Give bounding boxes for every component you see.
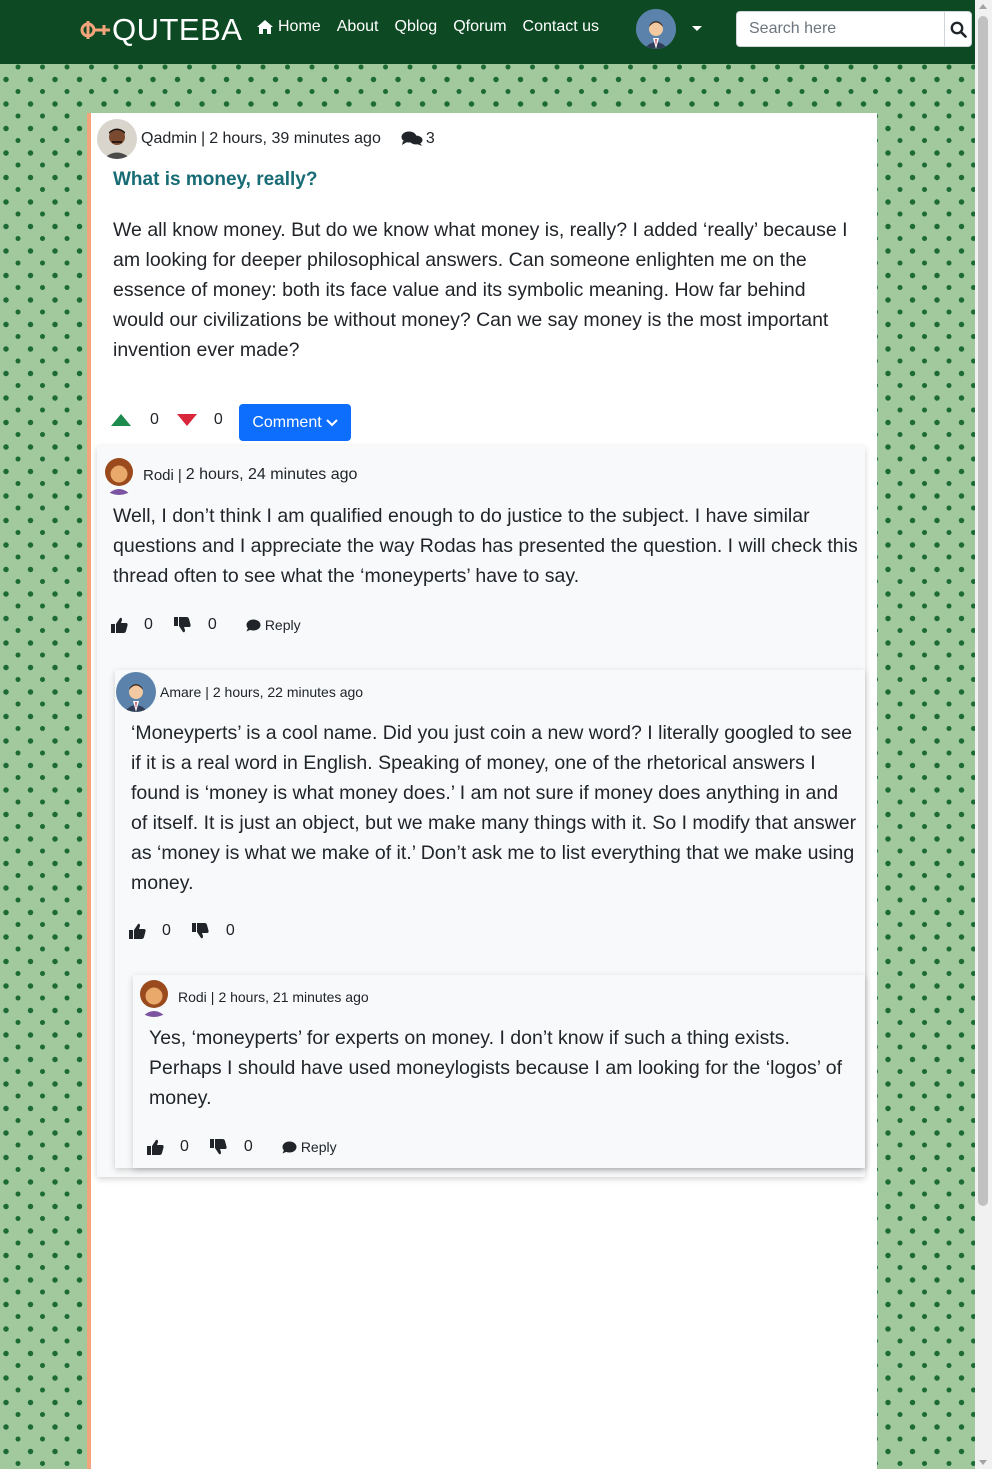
search-button[interactable] <box>944 11 972 47</box>
comment-card: Rodi | 2 hours, 21 minutes ago Yes, ‘mon… <box>133 975 865 1168</box>
author-avatar[interactable] <box>97 119 137 159</box>
male-avatar-icon <box>116 672 156 712</box>
thumbs-up-icon[interactable] <box>129 923 146 939</box>
search-form <box>736 11 972 47</box>
meta-separator: | <box>177 466 182 484</box>
thumbs-up-icon[interactable] <box>147 1139 164 1155</box>
chevron-down-icon <box>325 418 338 426</box>
dislike-count: 0 <box>243 1138 253 1155</box>
meta-separator: | <box>210 989 215 1005</box>
question-author[interactable]: Qadmin <box>141 130 197 148</box>
dislike-count: 0 <box>225 922 235 939</box>
comment-author-avatar[interactable] <box>134 977 174 1017</box>
nav-about[interactable]: About <box>337 18 379 36</box>
downvote-count: 0 <box>213 411 223 428</box>
top-navbar: QUTEBA Home About Qblog Qforum Contact u… <box>0 0 975 64</box>
nav-contact[interactable]: Contact us <box>523 18 599 36</box>
comment-author[interactable]: Rodi <box>143 467 174 484</box>
comments-icon <box>401 131 423 146</box>
question-card: Qadmin | 2 hours, 39 minutes ago 3 What … <box>87 113 877 1469</box>
question-time: 2 hours, 39 minutes ago <box>209 130 381 147</box>
comment-author-avatar[interactable] <box>116 672 156 712</box>
search-input[interactable] <box>736 11 944 47</box>
comment-votes: 0 0 Reply <box>111 616 301 634</box>
comment-author-avatar[interactable] <box>99 455 139 495</box>
like-count: 0 <box>144 616 153 633</box>
question-title[interactable]: What is money, really? <box>113 169 317 191</box>
scroll-thumb[interactable] <box>978 16 988 1206</box>
thumbs-down-icon[interactable] <box>173 617 191 633</box>
question-meta: Qadmin | 2 hours, 39 minutes ago 3 <box>97 119 435 159</box>
thumbs-down-icon[interactable] <box>191 923 209 939</box>
question-body: We all know money. But do we know what m… <box>113 219 848 361</box>
reply-icon <box>246 619 261 631</box>
nav-links: Home About Qblog Qforum Contact us <box>256 18 599 36</box>
comment-votes: 0 0 <box>129 922 235 940</box>
upvote-count: 0 <box>150 411 159 428</box>
comment-meta: Rodi | 2 hours, 24 minutes ago <box>99 455 357 495</box>
female-avatar-icon <box>105 458 133 495</box>
nav-qblog[interactable]: Qblog <box>395 18 438 36</box>
comment-time: 2 hours, 21 minutes ago <box>218 989 369 1005</box>
scroll-down-arrow-icon[interactable] <box>979 1460 987 1465</box>
comment-time: 2 hours, 22 minutes ago <box>212 684 364 700</box>
reply-label: Reply <box>264 617 301 633</box>
comment-author[interactable]: Amare <box>160 684 201 700</box>
comment-body: Well, I don’t think I am qualified enoug… <box>113 505 858 587</box>
brand-logo[interactable]: QUTEBA <box>80 8 242 52</box>
comment-card: Amare | 2 hours, 22 minutes ago ‘Moneype… <box>115 670 865 1168</box>
comment-meta: Rodi | 2 hours, 21 minutes ago <box>134 977 369 1017</box>
comment-author[interactable]: Rodi <box>178 989 207 1005</box>
comment-button-label: Comment <box>252 413 322 431</box>
comment-time: 2 hours, 24 minutes ago <box>185 466 358 483</box>
comment-button[interactable]: Comment <box>239 404 351 441</box>
comment-body: Yes, ‘moneyperts’ for experts on money. … <box>149 1027 843 1109</box>
meta-separator: | <box>201 130 206 147</box>
comment-meta: Amare | 2 hours, 22 minutes ago <box>116 672 363 712</box>
downvote-icon[interactable] <box>176 413 198 427</box>
page-scrollbar[interactable] <box>975 0 992 1469</box>
nav-home-label: Home <box>278 18 321 35</box>
female-avatar-icon <box>140 980 168 1017</box>
reply-button[interactable]: Reply <box>246 617 301 633</box>
reply-label: Reply <box>300 1139 337 1155</box>
scroll-up-arrow-icon[interactable] <box>979 4 987 9</box>
brand-name: QUTEBA <box>112 12 243 47</box>
reply-button[interactable]: Reply <box>282 1139 337 1155</box>
user-menu-caret-icon[interactable] <box>692 26 702 31</box>
nav-home[interactable]: Home <box>256 18 321 36</box>
quteba-logo-icon <box>80 21 110 39</box>
home-icon <box>257 20 273 34</box>
search-icon <box>950 21 967 38</box>
upvote-icon[interactable] <box>110 413 132 427</box>
user-avatar[interactable] <box>636 9 676 49</box>
like-count: 0 <box>180 1138 189 1155</box>
thumbs-down-icon[interactable] <box>209 1139 227 1155</box>
reply-icon <box>282 1141 297 1153</box>
meta-separator: | <box>205 684 209 700</box>
dislike-count: 0 <box>207 616 217 633</box>
user-avatar-icon <box>636 9 676 49</box>
nav-qforum[interactable]: Qforum <box>453 18 506 36</box>
comment-body: ‘Moneyperts’ is a cool name. Did you jus… <box>131 722 857 894</box>
comment-count: 3 <box>425 130 435 147</box>
comment-votes: 0 0 Reply <box>147 1138 337 1156</box>
qadmin-avatar-icon <box>97 119 137 159</box>
thumbs-up-icon[interactable] <box>111 617 128 633</box>
comment-card: Rodi | 2 hours, 24 minutes ago Well, I d… <box>97 446 865 1177</box>
question-votes: 0 0 <box>110 411 223 429</box>
like-count: 0 <box>162 922 171 939</box>
